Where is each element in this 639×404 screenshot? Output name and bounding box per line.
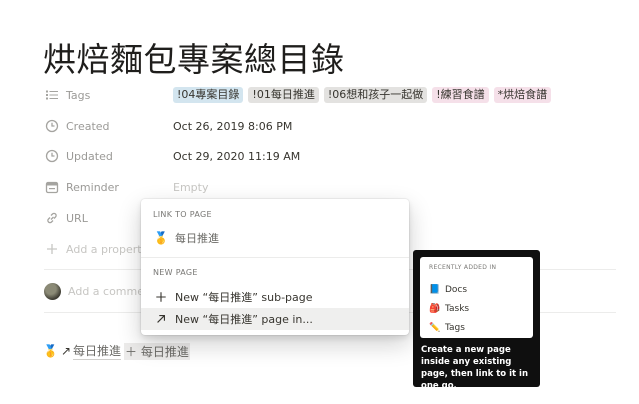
menu-item-label: 每日推進 bbox=[175, 232, 219, 245]
reminder-value[interactable]: Empty bbox=[173, 181, 208, 194]
medal-icon: 🥇 bbox=[153, 231, 169, 245]
tooltip-item-tags: ✏️ Tags bbox=[429, 323, 465, 333]
plus-icon bbox=[44, 241, 60, 257]
tooltip-item-label: Tasks bbox=[445, 304, 470, 314]
tag-list[interactable]: !04專案目錄 !01每日推進 !06想和孩子一起做 !練習食譜 *烘焙食譜 bbox=[173, 87, 552, 103]
comment-input[interactable]: Add a comment bbox=[44, 283, 155, 300]
page-link[interactable]: 每日推進 bbox=[73, 342, 122, 360]
tag-chip[interactable]: !04專案目錄 bbox=[173, 87, 244, 103]
new-subpage-item[interactable]: New “每日推進” sub-page bbox=[141, 286, 409, 308]
tooltip-text: Create a new page inside any existing pa… bbox=[421, 345, 529, 391]
link-page-menu: LINK TO PAGE 🥇 每日推進 NEW PAGE New “每日推進” … bbox=[141, 199, 409, 335]
calendar-icon bbox=[44, 179, 60, 195]
medal-icon: 🥇 bbox=[43, 344, 58, 358]
new-page-in-item[interactable]: New “每日推進” page in... bbox=[141, 308, 409, 330]
property-label: Tags bbox=[66, 88, 91, 102]
book-icon: 📘 bbox=[429, 285, 441, 295]
property-label: Reminder bbox=[66, 180, 119, 194]
section-title-new: NEW PAGE bbox=[153, 268, 198, 277]
updated-value: Oct 29, 2020 11:19 AM bbox=[173, 149, 301, 163]
section-title-link: LINK TO PAGE bbox=[153, 210, 212, 219]
tooltip-item-tasks: 🎒 Tasks bbox=[429, 304, 469, 314]
tooltip: RECENTLY ADDED IN 📘 Docs 🎒 Tasks ✏️ Tags… bbox=[413, 250, 540, 391]
inline-query[interactable]: ＋ 每日推進 bbox=[124, 342, 190, 360]
clock-icon bbox=[44, 148, 60, 164]
property-tags[interactable]: Tags !04專案目錄 !01每日推進 !06想和孩子一起做 !練習食譜 *烘焙食譜 bbox=[44, 85, 624, 105]
tooltip-item-label: Docs bbox=[445, 285, 468, 295]
tag-chip[interactable]: !01每日推進 bbox=[248, 87, 319, 103]
link-to-page-item[interactable]: 🥇 每日推進 bbox=[141, 227, 409, 249]
tag-chip[interactable]: *烘焙食譜 bbox=[493, 87, 552, 103]
property-updated[interactable]: Updated Oct 29, 2020 11:19 AM bbox=[44, 146, 624, 166]
menu-item-label: New “每日推進” page in... bbox=[175, 313, 313, 326]
page-title[interactable]: 烘焙麵包專案總目錄 bbox=[43, 33, 345, 81]
arrow-up-right-icon: ↗ bbox=[60, 344, 72, 358]
property-label: Updated bbox=[66, 149, 113, 163]
property-label: Created bbox=[66, 119, 110, 133]
menu-item-label: New “每日推進” sub-page bbox=[175, 291, 313, 304]
tag-chip[interactable]: !06想和孩子一起做 bbox=[323, 87, 428, 103]
pencil-icon: ✏️ bbox=[429, 323, 441, 333]
list-icon bbox=[44, 87, 60, 103]
property-created[interactable]: Created Oct 26, 2019 8:06 PM bbox=[44, 116, 624, 136]
divider bbox=[141, 257, 409, 258]
tooltip-item-label: Tags bbox=[445, 323, 465, 333]
avatar bbox=[44, 283, 61, 300]
arrow-up-right-icon bbox=[153, 313, 169, 325]
tag-chip[interactable]: !練習食譜 bbox=[432, 87, 489, 103]
created-value: Oct 26, 2019 8:06 PM bbox=[173, 119, 293, 133]
clock-icon bbox=[44, 118, 60, 134]
backpack-icon: 🎒 bbox=[429, 304, 441, 314]
link-icon bbox=[44, 210, 60, 226]
property-reminder[interactable]: Reminder Empty bbox=[44, 177, 624, 197]
add-property-button[interactable]: Add a property bbox=[44, 239, 148, 259]
tooltip-card-title: RECENTLY ADDED IN bbox=[429, 264, 497, 271]
editor-line[interactable]: 🥇 ↗ 每日推進 ＋ 每日推進 bbox=[43, 342, 190, 360]
add-property-label: Add a property bbox=[66, 242, 149, 256]
tooltip-item-docs: 📘 Docs bbox=[429, 285, 467, 295]
plus-icon bbox=[153, 291, 169, 303]
tooltip-preview-card: RECENTLY ADDED IN 📘 Docs 🎒 Tasks ✏️ Tags bbox=[420, 257, 533, 338]
